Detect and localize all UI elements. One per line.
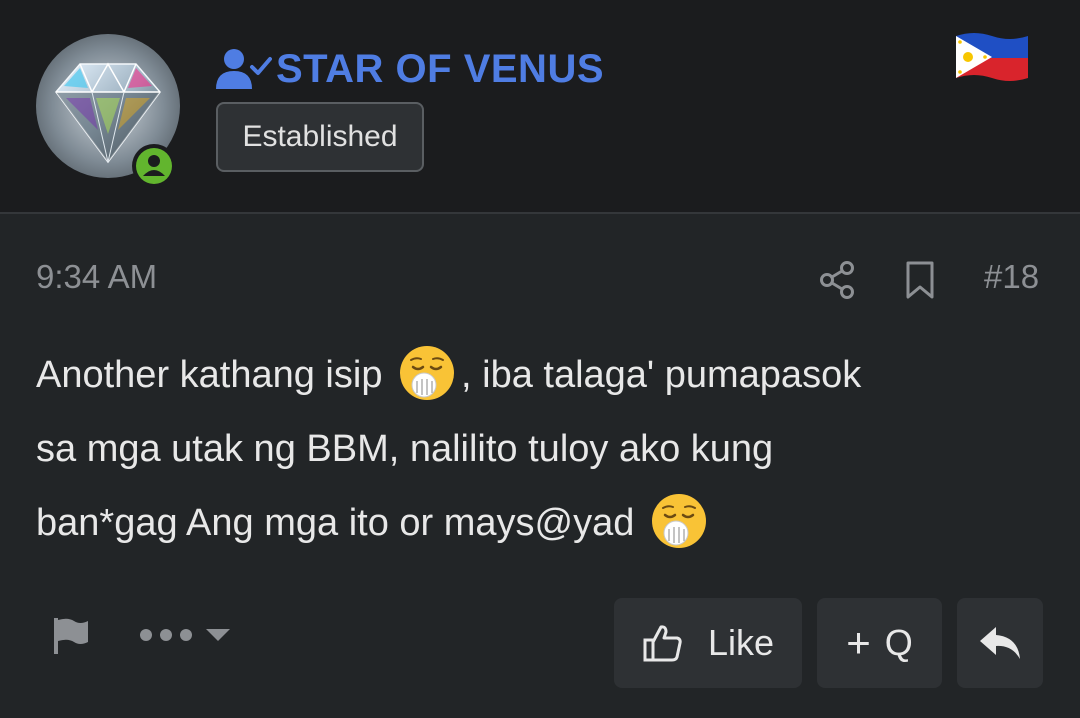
author-username[interactable]: STAR OF VENUS [276,47,604,92]
online-status-badge [132,144,176,188]
chevron-down-icon [206,629,230,641]
report-flag-icon[interactable] [50,614,92,656]
reply-button[interactable] [957,598,1043,688]
post-line-1: Another kathang isip , iba talaga' pumap… [36,338,1046,412]
more-actions-menu[interactable] [140,620,230,650]
post-author-header: STAR OF VENUS Established [0,0,1080,214]
post-text-segment: Another kathang isip [36,354,383,396]
yawning-face-icon [400,345,455,400]
post-timestamp[interactable]: 9:34 AM [36,258,157,296]
post-line-3: ban*gag Ang mga ito or mays@yad [36,486,1046,560]
yawning-face-icon [651,493,706,548]
post-text-segment: ban*gag Ang mga ito or mays@yad [36,502,635,544]
user-role-badge: Established [216,102,424,172]
quote-label: Q [884,622,913,663]
post-message-body: Another kathang isip , iba talaga' pumap… [36,338,1046,560]
user-online-icon [143,155,165,176]
user-check-icon [216,49,272,89]
reply-icon [980,627,1020,659]
more-icon [140,629,152,641]
plus-icon: + [846,619,871,666]
philippines-flag-icon [956,33,1028,81]
author-name-row: STAR OF VENUS [216,44,604,94]
bookmark-icon[interactable] [902,260,938,300]
post-line-2: sa mga utak ng BBM, nalilito tuloy ako k… [36,428,774,470]
thumbs-up-icon [643,625,682,662]
post-text-segment: , iba talaga' pumapasok [461,354,862,396]
post-number-link[interactable]: #18 [984,258,1039,296]
quote-button[interactable]: + Q [817,598,942,688]
share-icon[interactable] [818,260,856,300]
like-label: Like [707,622,775,663]
like-button[interactable]: Like [614,598,802,688]
